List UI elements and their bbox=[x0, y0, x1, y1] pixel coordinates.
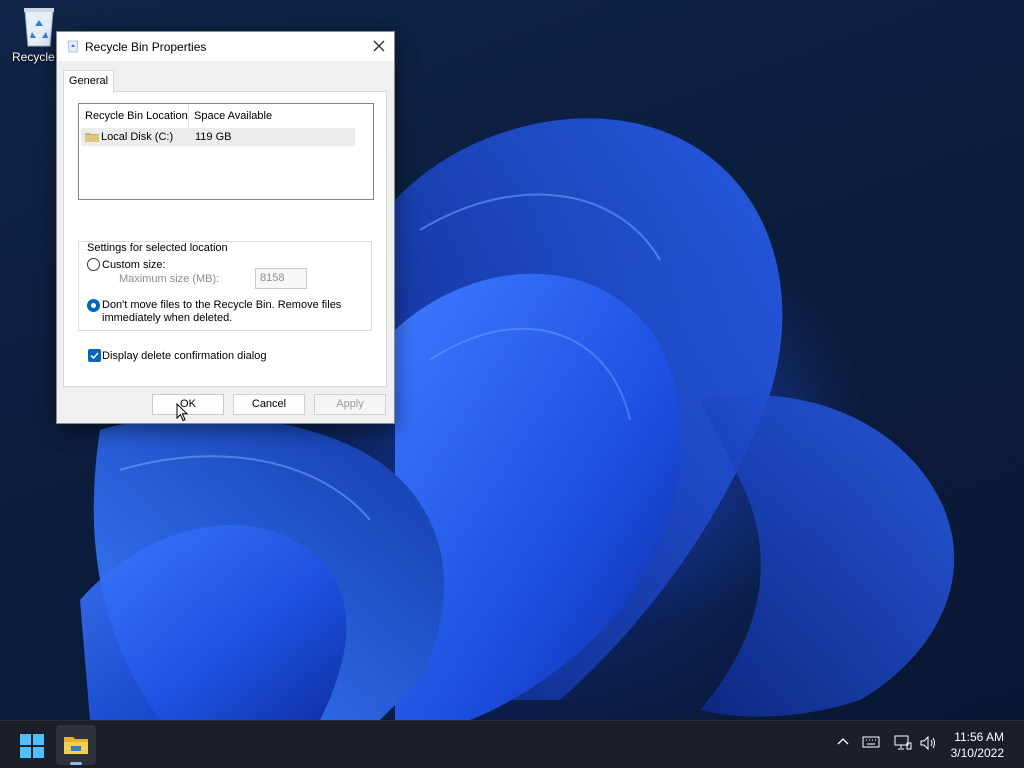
delete-confirmation-checkbox[interactable] bbox=[88, 349, 101, 362]
column-header-location[interactable]: Recycle Bin Location bbox=[85, 110, 188, 122]
dont-move-files-label-line1[interactable]: Don't move files to the Recycle Bin. Rem… bbox=[102, 299, 341, 311]
recycle-bin-location-list[interactable]: Recycle Bin Location Space Available Loc… bbox=[78, 103, 374, 200]
clock-date: 3/10/2022 bbox=[950, 746, 1004, 760]
recycle-bin-icon bbox=[21, 6, 57, 48]
file-explorer-taskbar-button[interactable] bbox=[56, 725, 96, 765]
general-tab-panel: Recycle Bin Location Space Available Loc… bbox=[63, 91, 387, 387]
space-cell: 119 GB bbox=[195, 131, 232, 143]
settings-group-label: Settings for selected location bbox=[85, 242, 230, 254]
column-header-space[interactable]: Space Available bbox=[194, 110, 272, 122]
drive-folder-icon bbox=[85, 131, 99, 146]
clock-time: 11:56 AM bbox=[954, 730, 1004, 744]
dont-move-files-label-line2[interactable]: immediately when deleted. bbox=[102, 312, 232, 324]
keyboard-icon[interactable] bbox=[862, 735, 880, 752]
list-header: Recycle Bin Location Space Available bbox=[79, 104, 355, 128]
taskbar: 11:56 AM 3/10/2022 bbox=[0, 720, 1024, 768]
location-cell: Local Disk (C:) bbox=[101, 131, 174, 143]
show-hidden-icons-chevron-icon[interactable] bbox=[836, 735, 850, 752]
start-button[interactable] bbox=[20, 734, 44, 761]
dont-move-files-radio[interactable] bbox=[87, 299, 100, 312]
checkmark-icon bbox=[90, 352, 99, 360]
cancel-button[interactable]: Cancel bbox=[233, 394, 305, 415]
max-size-input[interactable]: 8158 bbox=[255, 268, 307, 289]
delete-confirmation-label[interactable]: Display delete confirmation dialog bbox=[102, 350, 266, 362]
windows-logo-icon bbox=[20, 734, 44, 758]
custom-size-radio[interactable] bbox=[87, 258, 100, 271]
mouse-pointer-icon bbox=[176, 402, 189, 425]
custom-size-label[interactable]: Custom size: bbox=[102, 259, 166, 271]
recycle-bin-small-icon bbox=[67, 40, 79, 53]
volume-icon[interactable] bbox=[920, 735, 938, 754]
apply-button[interactable]: Apply bbox=[314, 394, 386, 415]
column-separator[interactable] bbox=[188, 104, 189, 128]
close-icon bbox=[373, 40, 385, 52]
taskbar-clock[interactable]: 11:56 AM 3/10/2022 bbox=[951, 729, 1004, 761]
tab-general[interactable]: General bbox=[63, 70, 114, 93]
recycle-bin-properties-dialog: Recycle Bin Properties General Recycle B… bbox=[56, 31, 395, 424]
ok-button[interactable]: OK bbox=[152, 394, 224, 415]
max-size-label: Maximum size (MB): bbox=[119, 273, 220, 285]
network-icon[interactable] bbox=[894, 735, 912, 754]
title-bar[interactable]: Recycle Bin Properties bbox=[57, 32, 394, 61]
running-indicator bbox=[70, 762, 82, 765]
file-explorer-icon bbox=[64, 737, 88, 754]
close-button[interactable] bbox=[364, 32, 394, 61]
list-item[interactable]: Local Disk (C:) 119 GB bbox=[81, 128, 355, 146]
dialog-title: Recycle Bin Properties bbox=[85, 40, 207, 54]
